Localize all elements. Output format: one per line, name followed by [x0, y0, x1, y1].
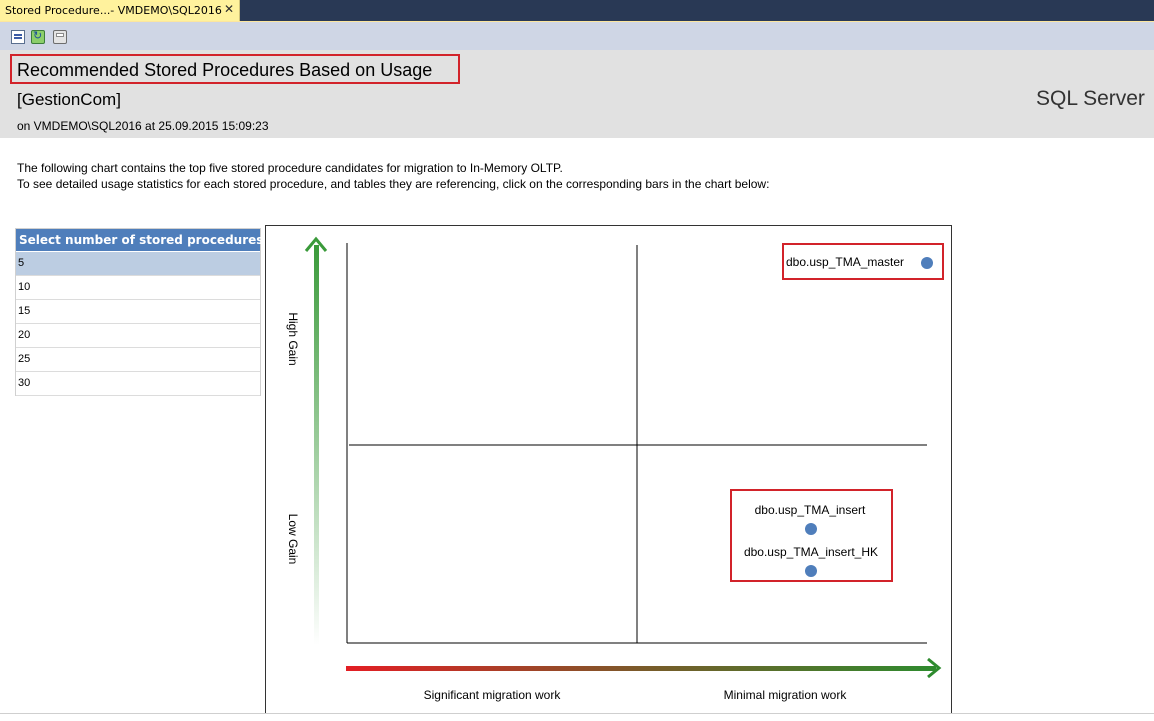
x-label-significant-work: Significant migration work [424, 688, 562, 702]
selector-title: Select number of stored procedures: [19, 233, 269, 247]
selector-option-10[interactable]: 10 [16, 276, 260, 300]
procedure-count-selector: Select number of stored procedures: 5 10… [15, 228, 268, 396]
selector-option-5[interactable]: 5 [16, 252, 260, 276]
point-marker-insert-hk[interactable] [805, 565, 817, 577]
document-map-icon[interactable] [11, 30, 25, 44]
server-timestamp: on VMDEMO\SQL2016 at 25.09.2015 15:09:23 [17, 119, 269, 133]
product-name: SQL Server [1036, 87, 1145, 110]
selector-option-15[interactable]: 15 [16, 300, 260, 324]
print-icon[interactable] [53, 30, 67, 44]
y-axis-arrow-shaft [314, 245, 319, 645]
point-marker-master[interactable] [921, 257, 933, 269]
report-title: Recommended Stored Procedures Based on U… [17, 60, 433, 80]
report-toolbar [0, 22, 1154, 50]
selector-option-25[interactable]: 25 [16, 348, 260, 372]
selector-option-20[interactable]: 20 [16, 324, 260, 348]
point-marker-insert[interactable] [805, 523, 817, 535]
description-line-2: To see detailed usage statistics for eac… [17, 177, 770, 191]
refresh-icon[interactable] [31, 29, 45, 44]
point-label-master: dbo.usp_TMA_master [786, 255, 904, 269]
tab-title: Stored Procedure...- VMDEMO\SQL2016 [5, 4, 222, 17]
description-line-1: The following chart contains the top fiv… [17, 161, 563, 175]
quadrant-chart: High Gain Low Gain dbo.usp_TMA_master db… [286, 236, 944, 702]
selector-list: 5 10 15 20 25 30 [16, 252, 260, 396]
y-label-low-gain: Low Gain [286, 514, 300, 565]
x-label-minimal-work: Minimal migration work [724, 688, 848, 702]
report-tab[interactable]: Stored Procedure...- VMDEMO\SQL2016 ✕ [0, 0, 240, 21]
point-label-insert-hk: dbo.usp_TMA_insert_HK [744, 545, 878, 559]
point-label-insert: dbo.usp_TMA_insert [755, 503, 866, 517]
x-axis-arrow-shaft [346, 666, 936, 671]
close-icon[interactable]: ✕ [224, 2, 234, 16]
database-name: [GestionCom] [17, 90, 121, 109]
selector-option-30[interactable]: 30 [16, 372, 260, 396]
selector-header: Select number of stored procedures: [16, 229, 268, 251]
y-label-high-gain: High Gain [286, 312, 300, 365]
